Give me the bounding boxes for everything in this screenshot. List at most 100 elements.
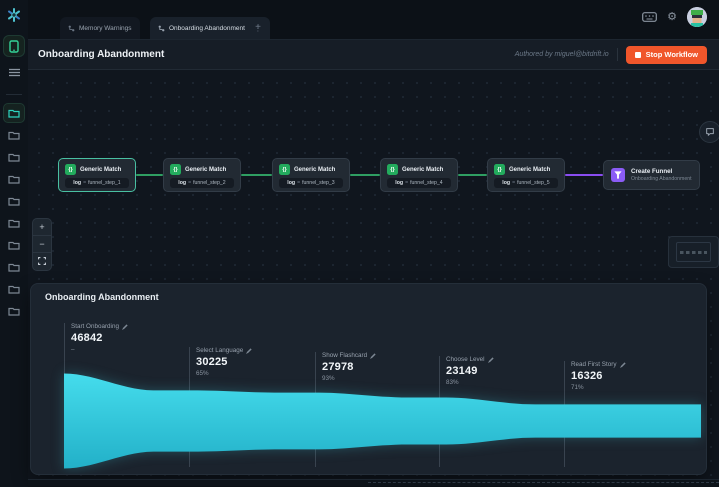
node-generic-match-3[interactable]: {} Generic Match log = funnel_step_3	[272, 158, 350, 192]
funnel-panel-title: Onboarding Abandonment	[45, 292, 159, 302]
topbar-actions: ⚙	[642, 0, 707, 34]
folder-item[interactable]	[4, 126, 24, 144]
folder-icon	[8, 285, 20, 294]
mobile-device-icon	[9, 39, 19, 53]
stage-percent: 71%	[571, 384, 584, 391]
node-create-funnel[interactable]: Create Funnel Onboarding Abandonment	[603, 160, 700, 190]
stop-workflow-button[interactable]: Stop Workflow	[625, 45, 707, 64]
folder-icon	[8, 175, 20, 184]
funnel-stage-select-language: Select Language 30225 65%	[189, 347, 252, 377]
tab-label: Memory Warnings	[79, 24, 132, 32]
tab-workflow-icon	[68, 25, 75, 31]
stage-label: Show Flashcard	[322, 352, 368, 359]
comments-button[interactable]	[699, 121, 719, 143]
node-condition: log = funnel_step_2	[170, 178, 234, 188]
stop-workflow-label: Stop Workflow	[645, 50, 698, 59]
bitdrift-logo[interactable]	[6, 7, 22, 23]
user-avatar[interactable]	[687, 7, 707, 27]
page-title: Onboarding Abandonment	[38, 49, 165, 60]
node-title: Generic Match	[294, 166, 336, 173]
chat-bubble-icon	[706, 128, 714, 136]
braces-icon: {}	[387, 164, 398, 175]
stage-label: Start Onboarding	[71, 323, 119, 330]
bottom-panel-edge	[28, 479, 719, 486]
minimap[interactable]	[668, 236, 719, 268]
folder-icon	[8, 197, 20, 206]
fit-view-icon	[38, 256, 46, 265]
node-generic-match-5[interactable]: {} Generic Match log = funnel_step_5	[487, 158, 565, 192]
node-condition: log = funnel_step_4	[387, 178, 451, 188]
node-condition: log = funnel_step_3	[279, 178, 343, 188]
list-icon	[8, 68, 20, 76]
folder-item[interactable]	[4, 148, 24, 166]
node-generic-match-2[interactable]: {} Generic Match log = funnel_step_2	[163, 158, 241, 192]
stage-value: 27978	[322, 361, 354, 373]
new-tab-button[interactable]: +	[250, 20, 266, 36]
stage-value: 30225	[196, 356, 228, 368]
main-area: Memory Warnings Onboarding Abandonment ⋮…	[28, 0, 719, 487]
edit-stage-icon[interactable]	[487, 356, 494, 363]
canvas-zoom-controls: + −	[32, 218, 52, 271]
nav-list-view[interactable]	[4, 62, 24, 82]
edit-stage-icon[interactable]	[246, 347, 252, 354]
edit-stage-icon[interactable]	[121, 323, 128, 330]
braces-icon: {}	[494, 164, 505, 175]
edit-stage-icon[interactable]	[619, 361, 626, 368]
node-title: Generic Match	[80, 166, 122, 173]
nav-device-sessions[interactable]	[4, 36, 24, 56]
minimap-nodes	[680, 251, 707, 254]
stage-percent: 65%	[196, 370, 209, 377]
left-rail	[0, 0, 28, 487]
zoom-in-button[interactable]: +	[33, 219, 51, 236]
stage-percent: 93%	[322, 375, 335, 382]
tab-workflow-icon	[158, 25, 165, 31]
folder-icon	[8, 109, 20, 118]
fit-view-button[interactable]	[33, 253, 51, 270]
folder-item[interactable]	[4, 192, 24, 210]
node-title: Generic Match	[185, 166, 227, 173]
folder-icon	[8, 241, 20, 250]
folder-item[interactable]	[4, 214, 24, 232]
folder-icon	[8, 219, 20, 228]
rail-divider	[6, 94, 22, 95]
folder-icon	[8, 153, 20, 162]
app-window: Memory Warnings Onboarding Abandonment ⋮…	[0, 0, 719, 487]
folder-icon	[8, 307, 20, 316]
dashed-divider	[368, 482, 719, 483]
workflow-header: Onboarding Abandonment Authored by migue…	[28, 40, 719, 70]
folder-item[interactable]	[4, 170, 24, 188]
workflow-canvas[interactable]: {} Generic Match log = funnel_step_1 {} Gene…	[28, 70, 719, 486]
node-generic-match-1[interactable]: {} Generic Match log = funnel_step_1	[58, 158, 136, 192]
tab-memory-warnings[interactable]: Memory Warnings	[60, 17, 140, 39]
zoom-out-button[interactable]: −	[33, 236, 51, 253]
node-title: Generic Match	[402, 166, 444, 173]
braces-icon: {}	[279, 164, 290, 175]
funnel-stage-choose-level: Choose Level 23149 83%	[439, 356, 494, 386]
edge-step2-step3	[241, 174, 272, 176]
funnel-stage-show-flashcard: Show Flashcard 27978 93%	[315, 352, 376, 382]
folder-item[interactable]	[4, 302, 24, 320]
folder-item[interactable]	[4, 236, 24, 254]
braces-icon: {}	[170, 164, 181, 175]
folder-item[interactable]	[4, 258, 24, 276]
settings-gear-icon[interactable]: ⚙	[667, 11, 677, 23]
stage-value: 23149	[446, 365, 478, 377]
minimap-viewport	[676, 242, 711, 262]
edit-stage-icon[interactable]	[370, 352, 376, 359]
header-divider	[616, 48, 618, 61]
stage-percent: 83%	[446, 379, 459, 386]
authored-by-text: Authored by miguel@bitdrift.io	[514, 51, 609, 58]
folder-item-active[interactable]	[4, 104, 24, 122]
stop-icon	[634, 51, 641, 58]
node-subtitle: Onboarding Abandonment	[631, 175, 692, 182]
edge-step5-create-funnel	[565, 174, 603, 176]
folder-item[interactable]	[4, 280, 24, 298]
tab-bar: Memory Warnings Onboarding Abandonment ⋮…	[28, 0, 719, 40]
funnel-icon	[611, 168, 625, 182]
keyboard-icon[interactable]	[642, 12, 658, 22]
node-generic-match-4[interactable]: {} Generic Match log = funnel_step_4	[380, 158, 458, 192]
folder-icon	[8, 131, 20, 140]
node-title: Generic Match	[509, 166, 551, 173]
node-condition: log = funnel_step_5	[494, 178, 558, 188]
stage-percent: –	[71, 346, 75, 353]
